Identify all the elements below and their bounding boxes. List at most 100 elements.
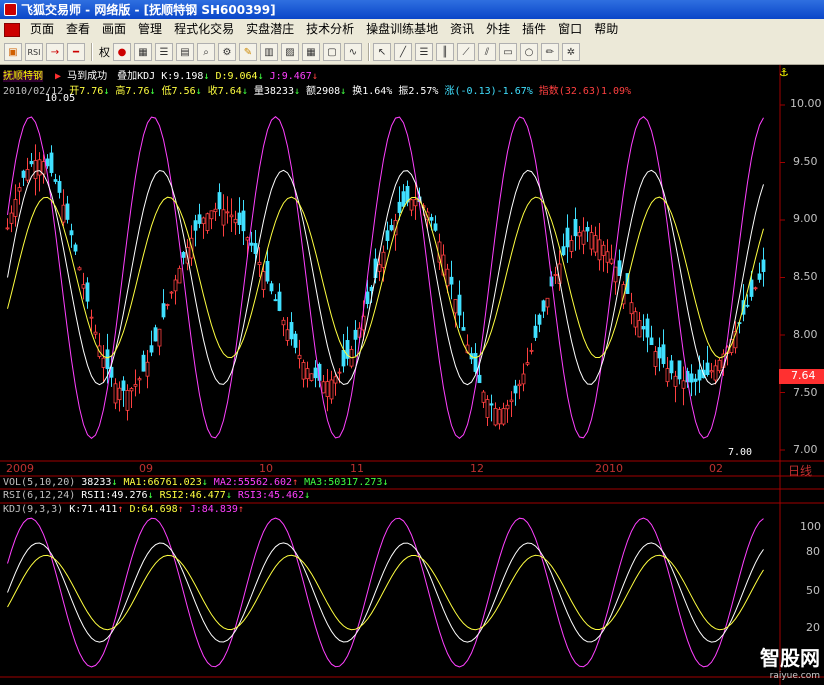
candle-body	[637, 320, 642, 338]
menu-program-trading[interactable]: 程式化交易	[168, 19, 240, 40]
fan-icon[interactable]: ⟋	[457, 43, 475, 61]
min-price-label: 7.00	[728, 447, 753, 458]
price-tick: 9.00	[793, 212, 818, 225]
rights-toggle[interactable]: 权	[99, 44, 110, 60]
pencil-icon[interactable]: ✏	[541, 43, 559, 61]
book-open-icon[interactable]: ▥	[260, 43, 278, 61]
candle-body	[537, 314, 542, 325]
watermark: 智股网 raiyue.com	[760, 642, 820, 681]
candle-body	[13, 199, 18, 217]
wave-icon[interactable]: ∿	[344, 43, 362, 61]
search-icon[interactable]: ⌕	[197, 43, 215, 61]
candle-body	[293, 333, 298, 348]
book-icon[interactable]: ▤	[176, 43, 194, 61]
candle-body	[137, 378, 142, 381]
chart-icon[interactable]: ▨	[281, 43, 299, 61]
candle-body	[5, 227, 10, 230]
candle-body	[65, 203, 70, 220]
kdj-panel-j: J:84.839	[189, 504, 238, 515]
candle-body	[193, 220, 198, 231]
watermark-url: raiyue.com	[769, 671, 820, 681]
grid-icon[interactable]: ▦	[134, 43, 152, 61]
vline-icon[interactable]: ║	[436, 43, 454, 61]
candle-body	[629, 302, 634, 315]
candle-body	[525, 362, 530, 365]
candle-body	[133, 384, 138, 387]
candle-body	[477, 374, 482, 384]
date-label: 2009	[6, 462, 34, 475]
candle-body	[233, 218, 238, 224]
chart-area[interactable]: 抚顺特钢 ▶ 马到成功 叠加KDJ K:9.198↓ D:9.064↓ J:9.…	[0, 65, 824, 685]
chart-svg[interactable]	[0, 65, 824, 685]
k-line	[7, 169, 764, 386]
candle-body	[253, 243, 258, 254]
open-icon[interactable]: ▣	[4, 43, 22, 61]
menu-plugin-ext[interactable]: 外挂	[480, 19, 516, 40]
menu-live[interactable]: 实盘潜庄	[240, 19, 300, 40]
rect-icon[interactable]: ▭	[499, 43, 517, 61]
candle-body	[309, 373, 314, 381]
candle-body	[553, 274, 558, 276]
quote-high: 高7.76	[115, 86, 150, 97]
channel-icon[interactable]: ⫽	[478, 43, 496, 61]
list-icon[interactable]: ☰	[155, 43, 173, 61]
menu-help[interactable]: 帮助	[588, 19, 624, 40]
menu-view[interactable]: 查看	[60, 19, 96, 40]
down-arrow-icon: ↓	[257, 71, 264, 82]
candle-body	[697, 369, 702, 381]
cursor-icon[interactable]: ↖	[373, 43, 391, 61]
price-tick: 8.50	[793, 270, 818, 283]
menu-canvas[interactable]: 画面	[96, 19, 132, 40]
menu-manage[interactable]: 管理	[132, 19, 168, 40]
menu-window[interactable]: 窗口	[552, 19, 588, 40]
quote-close: 收7.64	[207, 86, 242, 97]
candle-body	[493, 408, 498, 426]
formula-name[interactable]: 马到成功	[67, 71, 107, 82]
settings-icon[interactable]: ⚙	[218, 43, 236, 61]
menu-tech-analysis[interactable]: 技术分析	[300, 19, 360, 40]
system-menu-icon[interactable]	[4, 22, 20, 37]
candle-body	[325, 381, 330, 398]
pen-icon[interactable]: ✎	[239, 43, 257, 61]
candle-body	[449, 276, 454, 285]
down-arrow-icon: ↓	[382, 477, 389, 488]
candle-body	[201, 217, 206, 225]
rsi-title: RSI(6,12,24)	[3, 490, 76, 501]
candle-body	[401, 191, 406, 207]
candle-body	[113, 383, 118, 404]
period-label[interactable]: 日线	[788, 462, 812, 479]
line-draw-icon[interactable]: ╱	[394, 43, 412, 61]
candle-body	[25, 169, 30, 181]
candle-body	[749, 279, 754, 297]
rsi-icon[interactable]: RSI	[25, 43, 43, 61]
candle-body	[573, 218, 578, 237]
window-icon[interactable]: ▢	[323, 43, 341, 61]
candle-body	[269, 283, 274, 292]
next-icon[interactable]: →	[46, 43, 64, 61]
zoom-icon[interactable]: ✲	[562, 43, 580, 61]
down-arrow-icon: ↓	[147, 490, 154, 501]
menu-info[interactable]: 资讯	[444, 19, 480, 40]
candle-body	[161, 303, 166, 318]
down-arrow-icon: ↓	[201, 477, 208, 488]
menu-plugins[interactable]: 插件	[516, 19, 552, 40]
menu-page[interactable]: 页面	[24, 19, 60, 40]
minus-icon[interactable]: ━	[67, 43, 85, 61]
candle-body	[229, 214, 234, 218]
price-tick: 10.00	[790, 97, 822, 110]
candle-body	[761, 259, 766, 272]
table-icon[interactable]: ▦	[302, 43, 320, 61]
record-icon[interactable]: ●	[113, 43, 131, 61]
circle-icon[interactable]: ○	[520, 43, 538, 61]
candle-body	[429, 217, 434, 221]
menu-training[interactable]: 操盘训练基地	[360, 19, 444, 40]
hline-icon[interactable]: ☰	[415, 43, 433, 61]
candle-body	[565, 227, 570, 248]
down-arrow-icon: ↓	[311, 71, 318, 82]
candle-body	[129, 388, 134, 392]
candle-body	[693, 378, 698, 382]
candle-body	[505, 404, 510, 410]
up-arrow-icon: ↑	[237, 504, 244, 515]
rsi2-value: RSI2:46.477	[159, 490, 226, 501]
candle-body	[45, 158, 50, 167]
